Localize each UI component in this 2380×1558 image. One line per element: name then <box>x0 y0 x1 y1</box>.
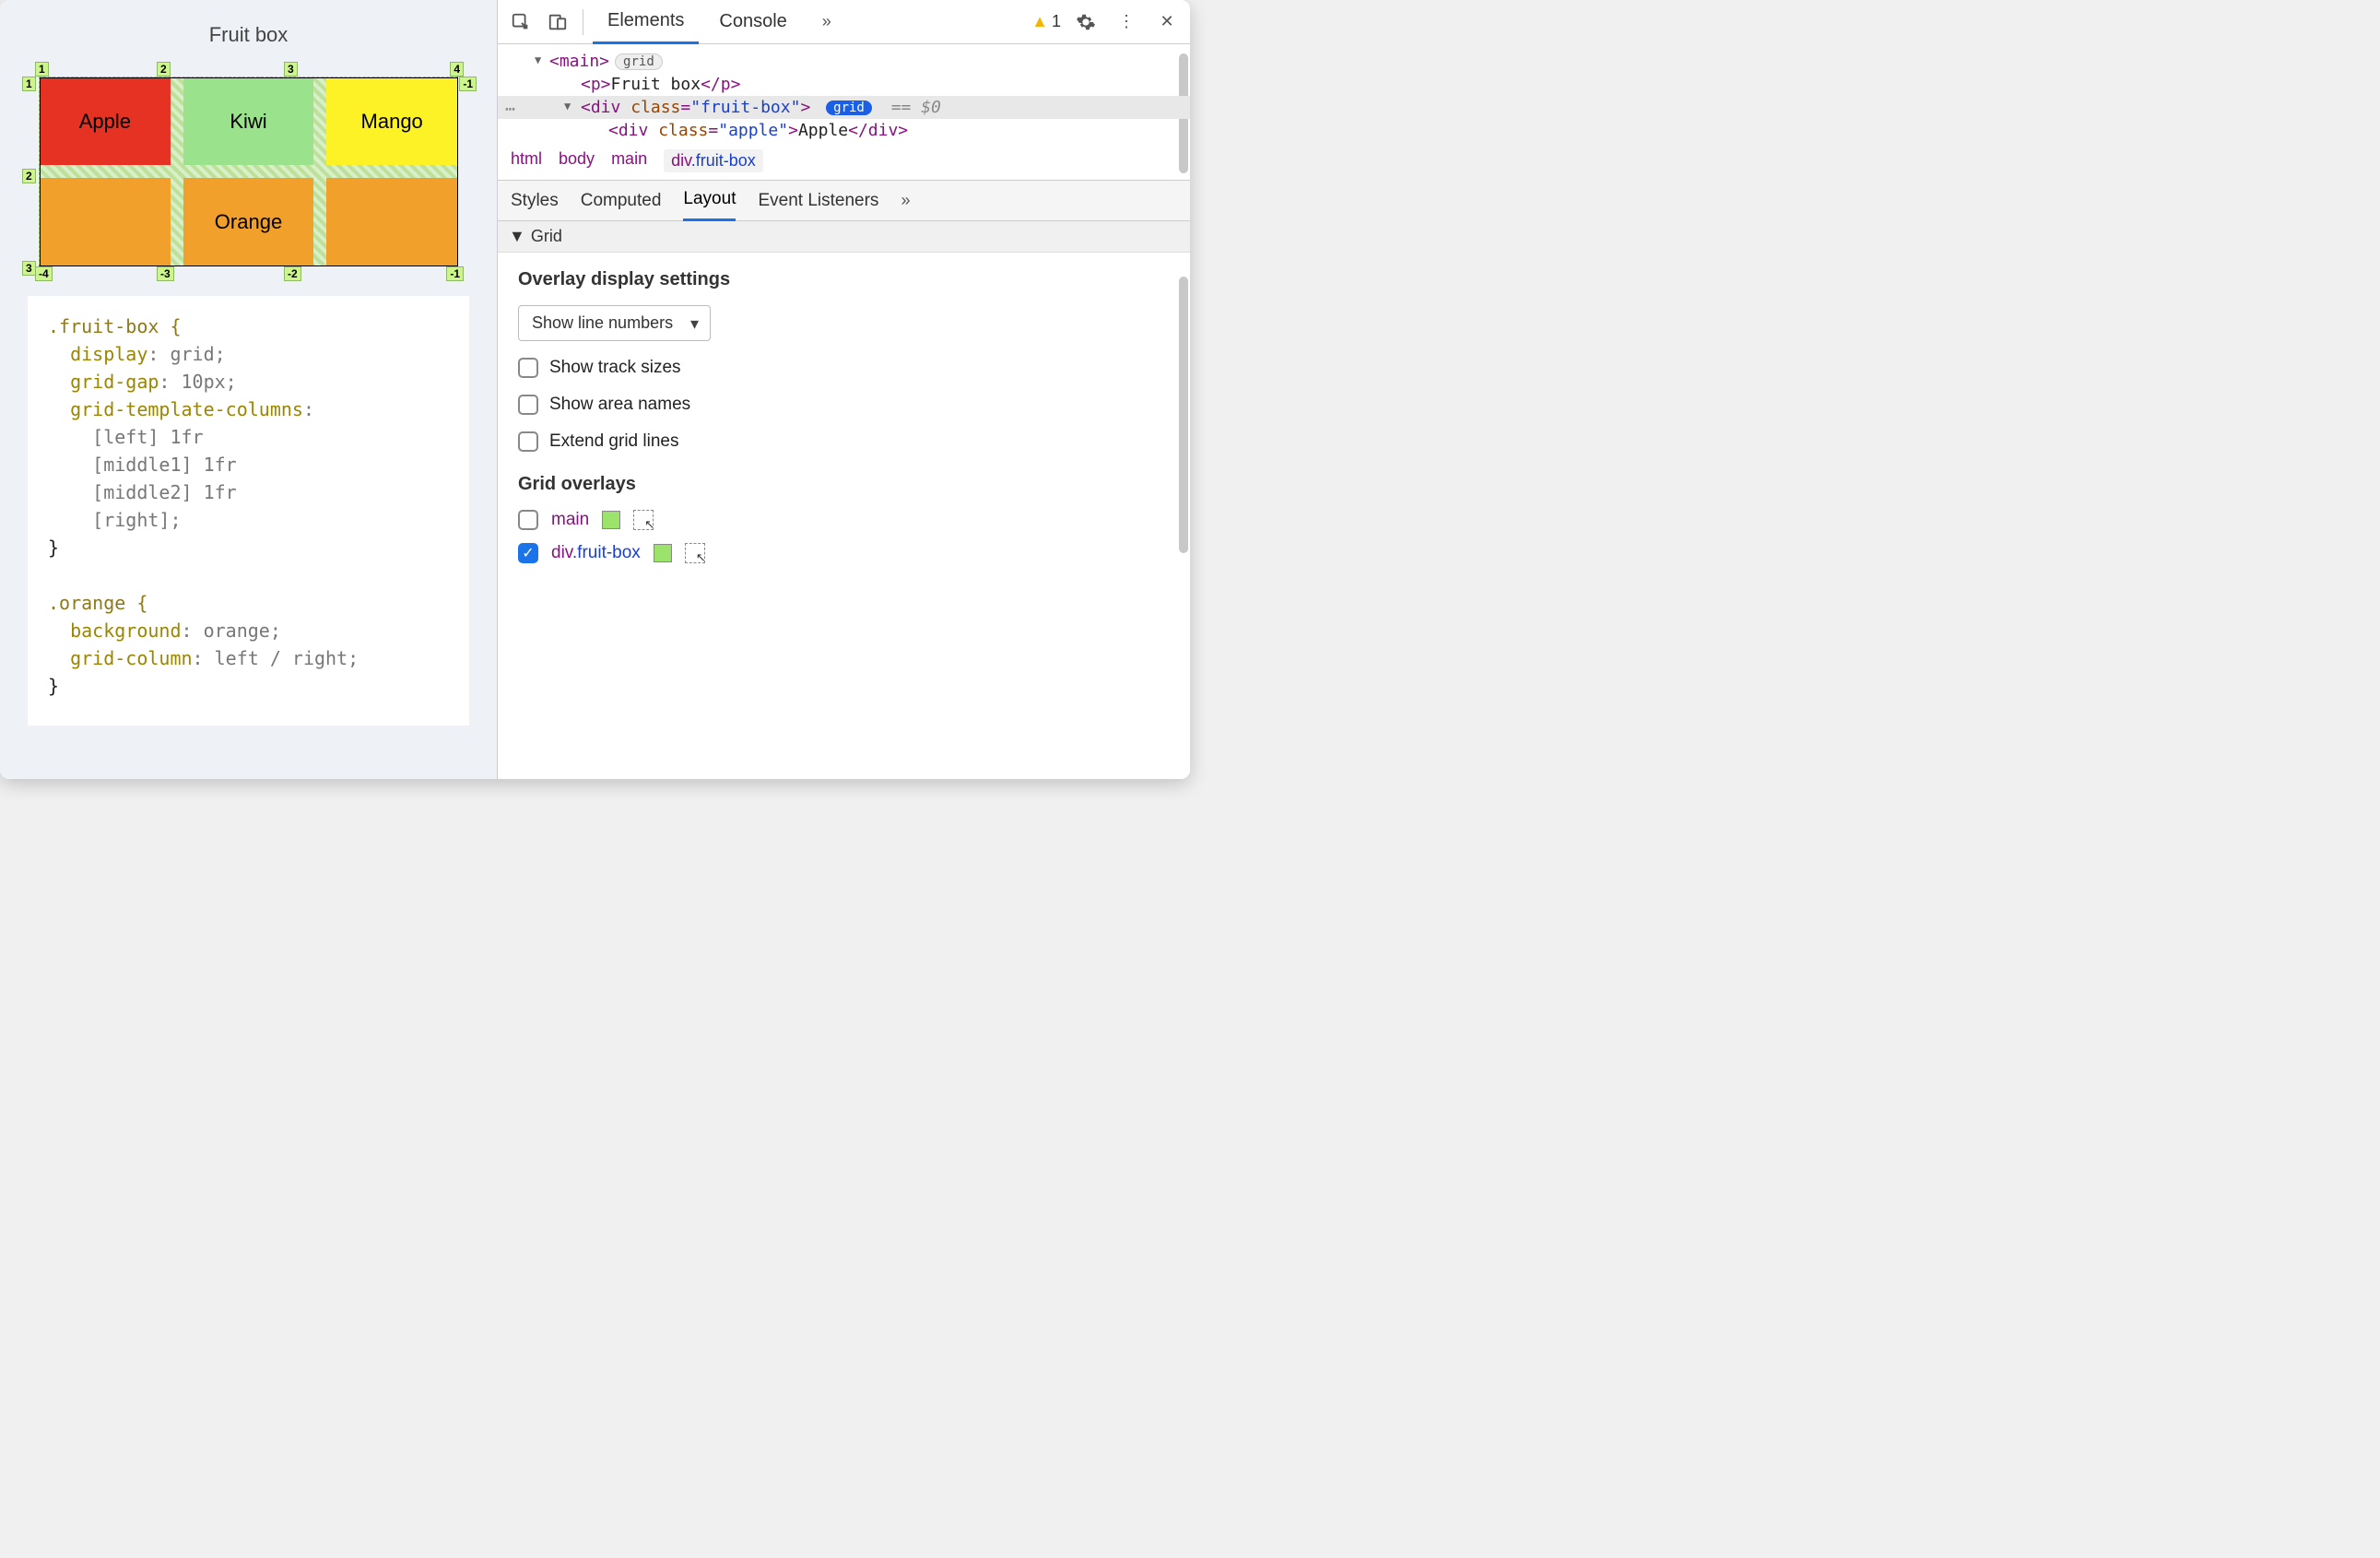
line-numbers-select[interactable]: Show line numbers <box>518 305 711 341</box>
checkbox-icon[interactable] <box>518 431 538 452</box>
cell-orange-row: Orange <box>40 178 457 266</box>
grid-line-top-4: 4 <box>450 62 464 77</box>
grid-line-left-3: 3 <box>22 261 36 276</box>
caret-down-icon: ▼ <box>509 227 525 246</box>
devtools-pane: Elements Console » ▲ 1 ⋮ ✕ ▼ <main>grid <box>498 0 1190 779</box>
dom-breadcrumbs: html body main div.fruit-box <box>498 142 1190 181</box>
inspect-icon[interactable] <box>505 6 536 38</box>
overlay-item-main[interactable]: main <box>518 510 1170 530</box>
ptab-computed[interactable]: Computed <box>581 181 662 221</box>
ptab-overflow[interactable]: » <box>901 181 910 221</box>
crumb-current[interactable]: div.fruit-box <box>664 149 763 172</box>
color-swatch[interactable] <box>602 511 620 529</box>
tab-elements[interactable]: Elements <box>593 0 699 44</box>
settings-icon[interactable] <box>1070 6 1102 38</box>
warning-icon: ▲ <box>1031 12 1048 31</box>
overlay-settings-heading: Overlay display settings <box>518 269 1170 290</box>
cell-orange-c <box>326 178 457 266</box>
ptab-events[interactable]: Event Listeners <box>758 181 878 221</box>
checkbox-icon[interactable] <box>518 510 538 530</box>
crumb-body[interactable]: body <box>559 149 595 172</box>
dom-node-fruit-box[interactable]: ▼ <div class="fruit-box"> grid == $0 <box>498 96 1190 119</box>
grid-line-top-1: 1 <box>35 62 49 77</box>
grid-line-top-3: 3 <box>284 62 298 77</box>
grid-line-left-2: 2 <box>22 169 36 183</box>
cell-orange-b: Orange <box>183 178 314 266</box>
check-extend-lines[interactable]: Extend grid lines <box>518 431 1170 452</box>
tabs-overflow[interactable]: » <box>807 0 846 44</box>
kebab-menu-icon[interactable]: ⋮ <box>1111 6 1142 38</box>
styles-panel-tabs: Styles Computed Layout Event Listeners » <box>498 181 1190 221</box>
selected-node-hint: == $0 <box>891 98 941 117</box>
dom-node-p[interactable]: <p>Fruit box</p> <box>498 73 1190 96</box>
cell-orange-a <box>40 178 171 266</box>
fruit-box-grid: Apple Kiwi Mango Orange <box>39 77 458 266</box>
crumb-html[interactable]: html <box>511 149 542 172</box>
check-area-names[interactable]: Show area names <box>518 395 1170 415</box>
warning-count: 1 <box>1052 12 1061 31</box>
rendered-page-pane: Fruit box 1 2 3 4 1 -1 2 3 -4 -3 -2 -1 A… <box>0 0 498 779</box>
highlight-element-icon[interactable] <box>633 510 654 530</box>
grid-line-left-1: 1 <box>22 77 36 91</box>
ptab-layout[interactable]: Layout <box>683 181 736 221</box>
ptab-styles[interactable]: Styles <box>511 181 559 221</box>
cell-mango: Mango <box>326 77 457 165</box>
dom-node-apple[interactable]: <div class="apple">Apple</div> <box>498 119 1190 142</box>
grid-overlays-heading: Grid overlays <box>518 474 1170 495</box>
color-swatch[interactable] <box>654 544 672 562</box>
checkbox-icon[interactable] <box>518 358 538 378</box>
grid-line-bot-neg1: -1 <box>446 266 464 281</box>
checkbox-icon[interactable] <box>518 395 538 415</box>
overlay-item-fruit-box[interactable]: ✓ div.fruit-box <box>518 543 1170 563</box>
grid-badge: grid <box>615 53 663 70</box>
grid-overlay-wrap: 1 2 3 4 1 -1 2 3 -4 -3 -2 -1 Apple Kiwi … <box>28 65 469 277</box>
dom-tree[interactable]: ▼ <main>grid <p>Fruit box</p> ▼ <div cla… <box>498 44 1190 142</box>
devtools-toolbar: Elements Console » ▲ 1 ⋮ ✕ <box>498 0 1190 44</box>
crumb-main[interactable]: main <box>611 149 647 172</box>
scrollbar-thumb-lower[interactable] <box>1179 277 1188 553</box>
overlay-label: main <box>551 510 589 530</box>
close-icon[interactable]: ✕ <box>1151 6 1183 38</box>
checkbox-icon[interactable]: ✓ <box>518 543 538 563</box>
grid-badge-selected[interactable]: grid <box>826 100 872 115</box>
overlay-label: div.fruit-box <box>551 543 641 563</box>
warnings-badge[interactable]: ▲ 1 <box>1031 12 1061 31</box>
cell-apple: Apple <box>40 77 171 165</box>
check-track-sizes[interactable]: Show track sizes <box>518 358 1170 378</box>
overlay-settings-section: Overlay display settings Show line numbe… <box>498 253 1190 468</box>
grid-overlays-section: Grid overlays main ✓ div.fruit-box <box>498 468 1190 580</box>
page-title: Fruit box <box>28 23 469 47</box>
grid-line-bot-neg4: -4 <box>35 266 53 281</box>
css-code-block: .fruit-box { display: grid; grid-gap: 10… <box>28 296 469 726</box>
device-toggle-icon[interactable] <box>542 6 573 38</box>
cell-kiwi: Kiwi <box>183 77 314 165</box>
grid-section-header[interactable]: ▼ Grid <box>498 221 1190 253</box>
highlight-element-icon[interactable] <box>685 543 705 563</box>
grid-line-top-2: 2 <box>157 62 171 77</box>
grid-line-bot-neg3: -3 <box>157 266 174 281</box>
grid-line-right-neg1: -1 <box>459 77 477 91</box>
tab-console[interactable]: Console <box>704 0 801 44</box>
grid-line-bot-neg2: -2 <box>284 266 301 281</box>
dom-node-main[interactable]: ▼ <main>grid <box>498 50 1190 73</box>
